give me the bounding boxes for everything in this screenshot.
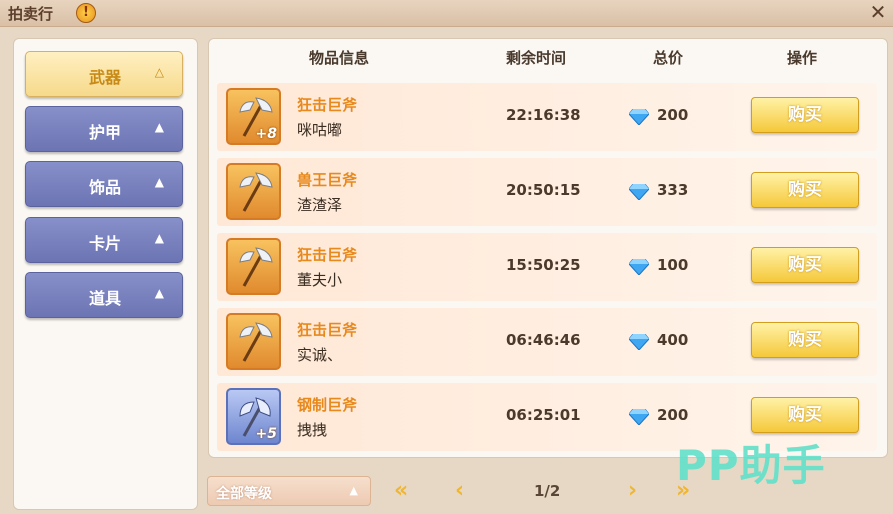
price: 100 <box>657 256 689 274</box>
category-sidebar: 武器 △ 护甲 ▲ 饰品 ▲ 卡片 ▲ 道具 ▲ <box>13 38 198 510</box>
enhance-level: +5 <box>255 426 277 442</box>
diamond-icon <box>629 409 649 425</box>
sidebar-item-armor[interactable]: 护甲 ▲ <box>25 106 183 152</box>
level-filter-label: 全部等级 <box>216 486 272 502</box>
table-row[interactable]: 兽王巨斧 渣渣泽 20:50:15 333 购买 <box>217 158 877 226</box>
chevron-up-icon: ▲ <box>154 286 164 300</box>
axe-icon[interactable] <box>226 163 281 220</box>
close-button[interactable]: ✕ <box>867 1 889 23</box>
remaining-time: 06:46:46 <box>506 331 581 349</box>
header-item-info: 物品信息 <box>309 49 370 67</box>
buy-button[interactable]: 购买 <box>751 397 859 433</box>
window-title: 拍卖行 <box>8 5 54 23</box>
remaining-time: 22:16:38 <box>506 106 581 124</box>
table-row[interactable]: 狂击巨斧 董夫小 15:50:25 100 购买 <box>217 233 877 301</box>
item-name: 狂击巨斧 <box>297 96 358 114</box>
chevron-up-icon: ▲ <box>154 175 164 189</box>
remaining-time: 06:25:01 <box>506 406 581 424</box>
next-page-button[interactable]: › <box>628 478 637 503</box>
item-name: 狂击巨斧 <box>297 246 358 264</box>
sidebar-item-accessory[interactable]: 饰品 ▲ <box>25 161 183 207</box>
title-bar: 拍卖行 ! ✕ <box>0 0 893 27</box>
page-indicator: 1/2 <box>534 482 561 500</box>
header-total-price: 总价 <box>653 49 684 67</box>
axe-icon[interactable] <box>226 238 281 295</box>
item-name: 狂击巨斧 <box>297 321 358 339</box>
item-name: 钢制巨斧 <box>297 396 358 414</box>
seller-name: 董夫小 <box>297 271 343 289</box>
header-remaining-time: 剩余时间 <box>506 49 567 67</box>
seller-name: 咪咕嘟 <box>297 121 343 139</box>
sidebar-item-prop[interactable]: 道具 ▲ <box>25 272 183 318</box>
sidebar-item-weapon[interactable]: 武器 △ <box>25 51 183 97</box>
remaining-time: 15:50:25 <box>506 256 581 274</box>
seller-name: 拽拽 <box>297 421 328 439</box>
diamond-icon <box>629 109 649 125</box>
axe-icon[interactable]: +8 <box>226 88 281 145</box>
axe-icon[interactable] <box>226 313 281 370</box>
price: 333 <box>657 181 689 199</box>
price: 400 <box>657 331 689 349</box>
chevron-up-icon: ▲ <box>154 231 164 245</box>
table-row[interactable]: +8 狂击巨斧 咪咕嘟 22:16:38 200 购买 <box>217 83 877 151</box>
chevron-up-icon: ▲ <box>154 120 164 134</box>
chevron-up-icon: ▲ <box>349 484 358 497</box>
price: 200 <box>657 106 689 124</box>
diamond-icon <box>629 184 649 200</box>
buy-button[interactable]: 购买 <box>751 247 859 283</box>
chevron-up-icon: △ <box>154 65 164 79</box>
buy-button[interactable]: 购买 <box>751 172 859 208</box>
enhance-level: +8 <box>255 126 277 142</box>
steel-axe-icon[interactable]: +5 <box>226 388 281 445</box>
seller-name: 实诚、 <box>297 346 343 364</box>
level-filter-dropdown[interactable]: 全部等级 ▲ <box>207 476 371 506</box>
remaining-time: 20:50:15 <box>506 181 581 199</box>
item-name: 兽王巨斧 <box>297 171 358 189</box>
header-action: 操作 <box>787 49 818 67</box>
first-page-button[interactable]: « <box>394 478 408 503</box>
sidebar-item-card[interactable]: 卡片 ▲ <box>25 217 183 263</box>
watermark: PP助手 <box>676 441 826 490</box>
buy-button[interactable]: 购买 <box>751 97 859 133</box>
table-row[interactable]: 狂击巨斧 实诚、 06:46:46 400 购买 <box>217 308 877 376</box>
buy-button[interactable]: 购买 <box>751 322 859 358</box>
diamond-icon <box>629 259 649 275</box>
seller-name: 渣渣泽 <box>297 196 343 214</box>
diamond-icon <box>629 334 649 350</box>
warning-icon[interactable]: ! <box>76 3 96 23</box>
prev-page-button[interactable]: ‹ <box>455 478 464 503</box>
price: 200 <box>657 406 689 424</box>
listing-panel: 物品信息 剩余时间 总价 操作 +8 狂击巨斧 咪咕嘟 22:16:38 200… <box>208 38 888 458</box>
